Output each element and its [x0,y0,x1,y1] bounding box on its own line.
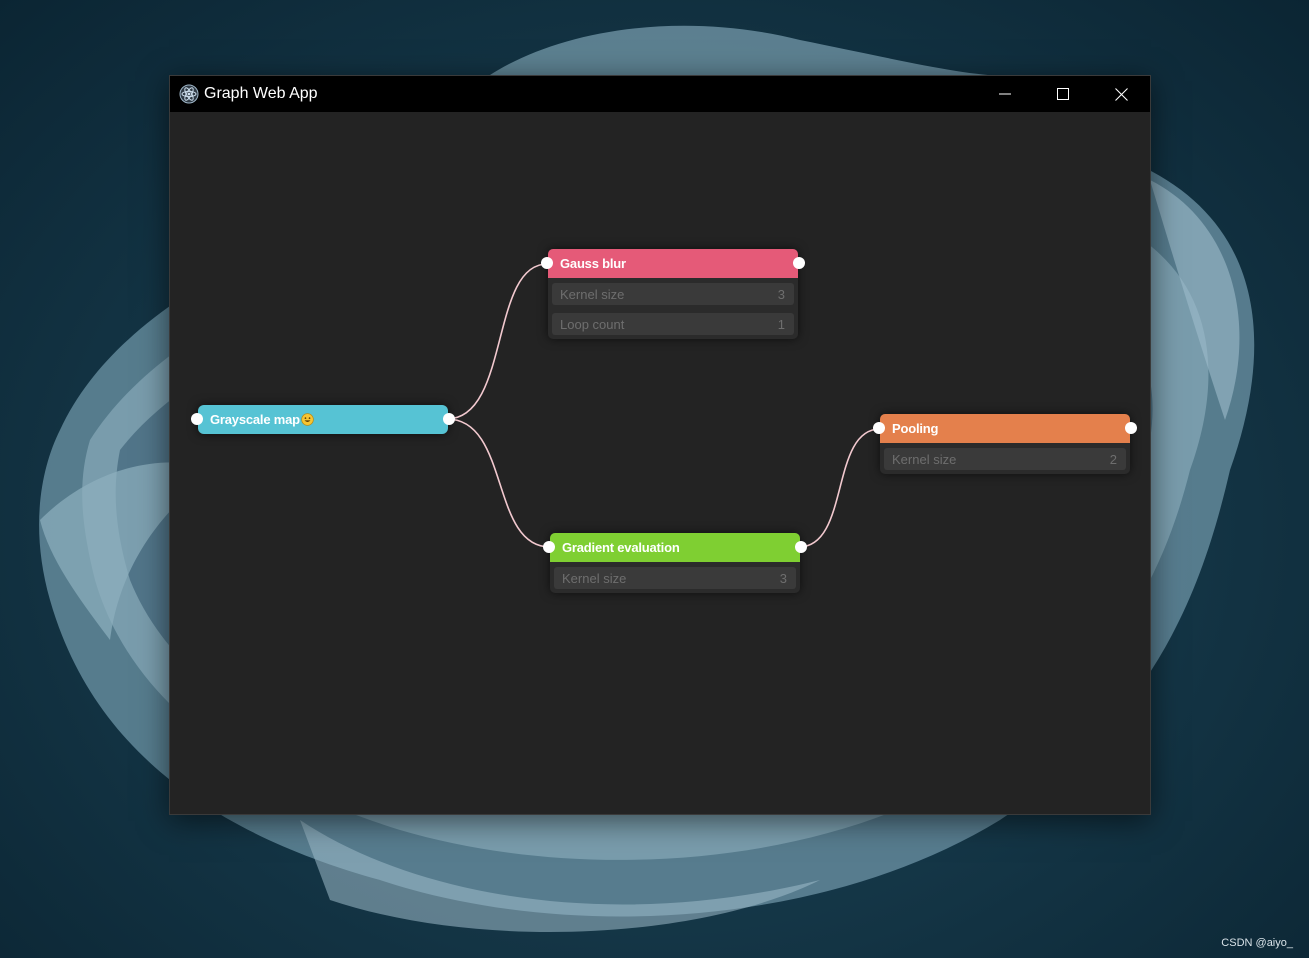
node-header[interactable]: Gauss blur [541,249,805,278]
close-button[interactable] [1092,76,1150,112]
wire-grayscale-to-gauss [446,263,548,420]
param-label: Kernel size [562,570,627,586]
node-title: Pooling [892,421,939,436]
param-kernel-size[interactable]: Kernel size 3 [552,283,794,305]
node-header[interactable]: Grayscale map [191,405,455,434]
minimize-button[interactable] [976,76,1034,112]
param-loop-count[interactable]: Loop count 1 [552,313,794,335]
title-bar[interactable]: Graph Web App [170,76,1150,112]
maximize-button[interactable] [1034,76,1092,112]
node-gradient-evaluation[interactable]: Gradient evaluation Kernel size 3 [543,533,807,593]
param-value[interactable]: 3 [780,571,787,586]
param-value[interactable]: 3 [778,287,785,302]
output-port[interactable] [793,257,805,269]
param-value[interactable]: 1 [778,317,785,332]
node-gauss-blur[interactable]: Gauss blur Kernel size 3 Loop count 1 [541,249,805,339]
input-port[interactable] [543,541,555,553]
watermark: CSDN @aiyo_ [1221,937,1293,949]
node-title: Gauss blur [560,256,626,271]
maximize-icon [1057,88,1069,100]
output-port[interactable] [795,541,807,553]
input-port[interactable] [541,257,553,269]
node-header[interactable]: Pooling [873,414,1137,443]
node-title: Gradient evaluation [562,540,680,555]
param-label: Kernel size [892,451,957,467]
wire-grayscale-to-gradient [446,418,551,548]
wire-gradient-to-pooling [798,428,881,548]
minimize-icon [999,93,1011,95]
window-title: Graph Web App [204,85,318,102]
param-value[interactable]: 2 [1110,452,1117,467]
graph-canvas[interactable]: Grayscale map Gauss blur Kernel size 3 L… [170,112,1150,814]
node-grayscale-map[interactable]: Grayscale map [191,405,455,434]
input-port[interactable] [191,413,203,425]
electron-app-icon [179,84,199,104]
param-label: Kernel size [560,286,625,302]
node-header[interactable]: Gradient evaluation [543,533,807,562]
output-port[interactable] [443,413,455,425]
close-icon [1114,87,1128,101]
app-window: Graph Web App Grayscale map Gauss blur K… [169,75,1151,815]
smiley-emoji-icon [301,413,314,426]
param-kernel-size[interactable]: Kernel size 3 [554,567,796,589]
node-pooling[interactable]: Pooling Kernel size 2 [873,414,1137,474]
param-label: Loop count [560,316,625,332]
input-port[interactable] [873,422,885,434]
param-kernel-size[interactable]: Kernel size 2 [884,448,1126,470]
output-port[interactable] [1125,422,1137,434]
node-title: Grayscale map [210,412,300,427]
